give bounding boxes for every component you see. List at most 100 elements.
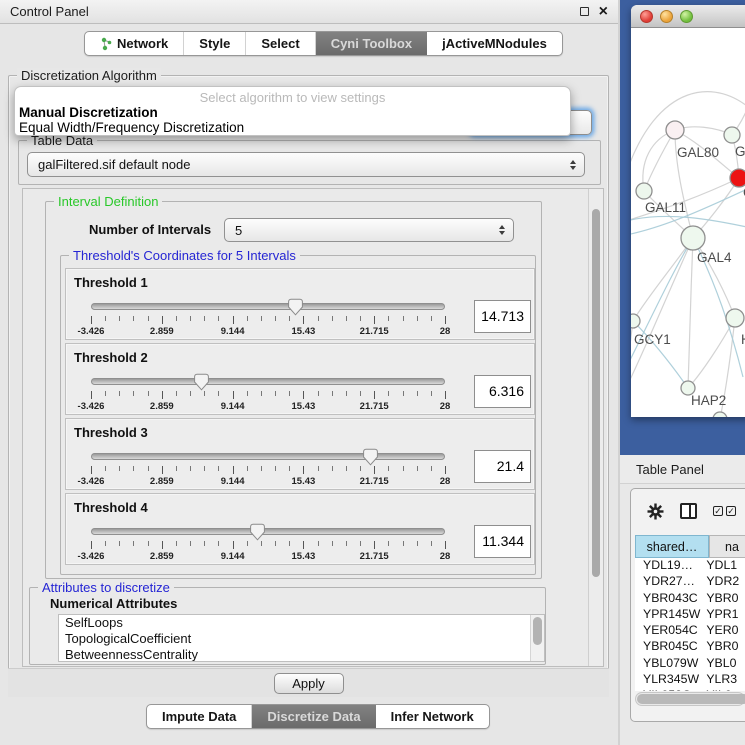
table-horizontal-scrollbar[interactable] (635, 692, 745, 706)
network-edge[interactable] (732, 77, 745, 135)
slider-tick-label: 28 (440, 401, 451, 412)
network-edge[interactable] (633, 238, 693, 321)
network-edge[interactable] (631, 238, 693, 394)
slider-thumb[interactable] (288, 298, 303, 316)
slider-tick (388, 316, 389, 321)
float-window-icon[interactable] (580, 7, 589, 16)
list-item[interactable]: SelfLoops (59, 615, 544, 631)
table-row[interactable]: YBR043CYBR0 (635, 591, 745, 607)
network-node-right-mid[interactable] (726, 309, 744, 327)
attributes-list-scrollbar[interactable] (530, 615, 544, 661)
tab-select[interactable]: Select (246, 32, 315, 55)
slider-tick-label: 15.43 (292, 401, 316, 412)
network-node-top-right[interactable] (724, 127, 740, 143)
network-window-titlebar[interactable] (631, 5, 745, 28)
threshold-title: Threshold 3 (74, 425, 148, 440)
table-row[interactable]: YBL079WYBL0 (635, 656, 745, 672)
slider-tick (374, 391, 375, 399)
column-header-name[interactable]: na (709, 535, 745, 558)
table-row[interactable]: YIL052CYIL0 (635, 688, 745, 691)
settings-scrollbar[interactable] (588, 189, 603, 666)
threshold-slider[interactable] (91, 453, 445, 460)
tab-jactivemnodules[interactable]: jActiveMNodules (427, 32, 562, 55)
threshold-value-field[interactable]: 6.316 (474, 375, 531, 408)
slider-tick (360, 316, 361, 321)
algorithm-option-manual[interactable]: Manual Discretization (15, 105, 570, 120)
slider-tick-label: 9.144 (221, 326, 245, 337)
threshold-slider[interactable] (91, 528, 445, 535)
list-item[interactable]: TopologicalCoefficient (59, 631, 544, 647)
network-node-gcy1[interactable] (631, 314, 640, 328)
table-data-combobox[interactable]: galFiltered.sif default node (27, 152, 585, 177)
table-row[interactable]: YBR045CYBR0 (635, 639, 745, 655)
zoom-traffic-light-icon[interactable] (680, 10, 693, 23)
threshold-value-field[interactable]: 11.344 (474, 525, 531, 558)
combo-spinner-icon (570, 160, 576, 170)
slider-tick (204, 541, 205, 546)
table-row[interactable]: YPR145WYPR1 (635, 607, 745, 623)
attributes-to-discretize-group: Attributes to discretize Numerical Attri… (29, 587, 546, 665)
close-icon[interactable]: × (599, 7, 608, 17)
slider-tick (105, 316, 106, 321)
slider-thumb[interactable] (250, 523, 265, 541)
apply-button[interactable]: Apply (274, 673, 344, 694)
minimize-traffic-light-icon[interactable] (660, 10, 673, 23)
table-row[interactable]: YDR27…YDR2 (635, 574, 745, 590)
close-traffic-light-icon[interactable] (640, 10, 653, 23)
slider-tick-label: 21.715 (360, 476, 389, 487)
interval-definition-group: Interval Definition Number of Intervals … (45, 201, 542, 579)
threshold-value-field[interactable]: 14.713 (474, 300, 531, 333)
table-row[interactable]: YLR345WYLR3 (635, 672, 745, 688)
network-canvas[interactable]: GAL80GACGAL11GAL4HGCY1HAP2 (631, 29, 745, 417)
checkbox-icon[interactable]: ✓ (726, 506, 736, 516)
tab-impute-data[interactable]: Impute Data (147, 705, 252, 728)
slider-thumb[interactable] (194, 373, 209, 391)
tab-infer-network[interactable]: Infer Network (376, 705, 489, 728)
network-edge[interactable] (631, 321, 633, 411)
slider-tick (162, 316, 163, 324)
node-label-hap2: HAP2 (691, 393, 726, 408)
column-header-shared-name[interactable]: shared… (635, 535, 709, 558)
table-toolbar: ✓ ✓ (631, 489, 745, 533)
network-node-gal80[interactable] (666, 121, 684, 139)
slider-tick (218, 316, 219, 321)
control-panel-tabs: Network Style Select Cyni Toolbox jActiv… (84, 31, 563, 56)
slider-tick (289, 541, 290, 546)
tab-style[interactable]: Style (184, 32, 246, 55)
split-table-icon[interactable] (680, 503, 697, 519)
threshold-slider[interactable] (91, 303, 445, 310)
attributes-group-label: Attributes to discretize (38, 580, 174, 595)
cytoscape-desktop: GAL80GACGAL11GAL4HGCY1HAP2 (620, 0, 745, 455)
slider-tick (417, 391, 418, 396)
slider-tick (360, 391, 361, 396)
threshold-slider[interactable] (91, 378, 445, 385)
network-node-bottom-right[interactable] (713, 412, 727, 417)
tab-discretize-data[interactable]: Discretize Data (252, 705, 375, 728)
network-view-window[interactable]: GAL80GACGAL11GAL4HGCY1HAP2 (631, 5, 745, 417)
slider-tick (318, 466, 319, 471)
network-node-gal11[interactable] (636, 183, 652, 199)
tab-cyni-toolbox[interactable]: Cyni Toolbox (316, 32, 427, 55)
threshold-value-field[interactable]: 21.4 (474, 450, 531, 483)
slider-tick (91, 541, 92, 549)
checkbox-icon[interactable]: ✓ (713, 506, 723, 516)
list-item[interactable]: BetweennessCentrality (59, 647, 544, 662)
slider-tick (176, 541, 177, 546)
slider-tick-label: 28 (440, 476, 451, 487)
gear-icon[interactable] (647, 503, 664, 520)
slider-tick-label: 2.859 (150, 551, 174, 562)
table-row[interactable]: YDL19…YDL1 (635, 558, 745, 574)
tab-network[interactable]: Network (85, 32, 184, 55)
network-edge[interactable] (688, 318, 735, 388)
algorithm-option-equal-width[interactable]: Equal Width/Frequency Discretization (15, 120, 570, 135)
network-edge[interactable] (688, 238, 693, 388)
slider-tick (445, 541, 446, 549)
network-node-gal4[interactable] (681, 226, 705, 250)
slider-tick-label: 15.43 (292, 476, 316, 487)
slider-thumb[interactable] (363, 448, 378, 466)
slider-tick (388, 466, 389, 471)
slider-tick (119, 316, 120, 321)
number-of-intervals-combobox[interactable]: 5 (224, 218, 514, 242)
table-row[interactable]: YER054CYER0 (635, 623, 745, 639)
slider-tick (233, 316, 234, 324)
